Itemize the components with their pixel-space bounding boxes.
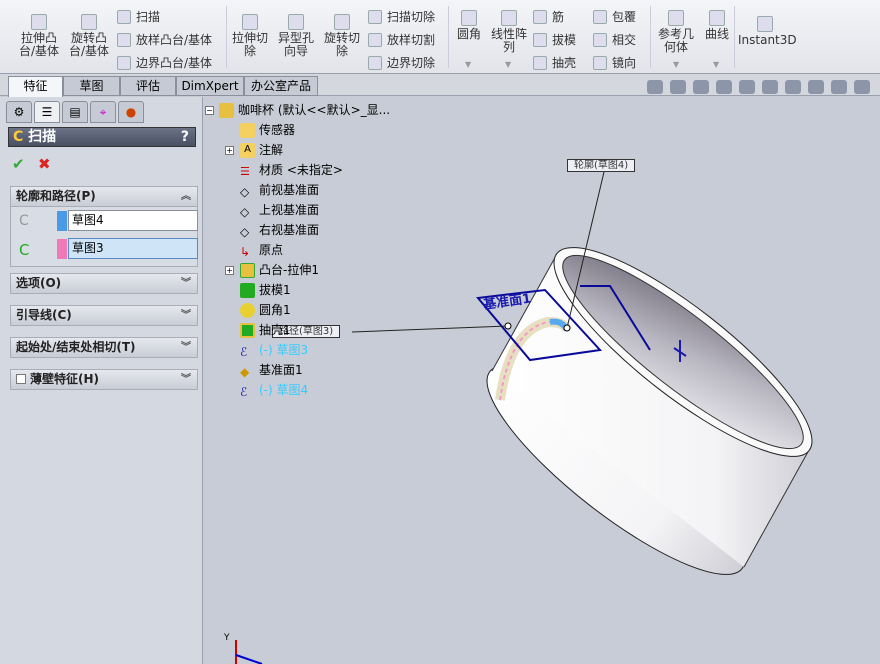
extrude-feature-icon <box>240 263 255 278</box>
annotation-folder-icon: A <box>240 143 255 158</box>
path-callout-leader <box>352 326 508 332</box>
tree-item-front-plane[interactable]: ◇前视基准面 <box>240 181 319 199</box>
graphics-viewport[interactable]: 基准面1 Y <box>0 0 880 664</box>
tree-item-boss-extrude1[interactable]: 凸台-拉伸1 <box>240 261 319 279</box>
tree-item-sensors[interactable]: 传感器 <box>240 121 295 139</box>
plane-label: 基准面1 <box>481 290 532 313</box>
tree-item-right-plane[interactable]: ◇右视基准面 <box>240 221 319 239</box>
cup-model[interactable] <box>463 219 836 603</box>
plane-icon: ◆ <box>240 363 255 378</box>
sketch-icon: ℰ <box>240 343 255 358</box>
tree-item-top-plane[interactable]: ◇上视基准面 <box>240 201 319 219</box>
material-icon: ☰ <box>240 163 255 178</box>
draft-feature-icon <box>240 283 255 298</box>
tree-item-fillet1[interactable]: 圆角1 <box>240 301 291 319</box>
tree-item-origin[interactable]: ↳原点 <box>240 241 283 259</box>
expand-toggle[interactable]: + <box>225 266 234 275</box>
plane-icon: ◇ <box>240 203 255 218</box>
tree-item-annotations[interactable]: A注解 <box>240 141 283 159</box>
triad-axes-icon: Y <box>223 633 262 664</box>
plane-icon: ◇ <box>240 223 255 238</box>
shell-feature-icon <box>240 323 255 338</box>
fillet-feature-icon <box>240 303 255 318</box>
svg-text:Y: Y <box>223 633 230 643</box>
tree-item-plane1[interactable]: ◆基准面1 <box>240 361 303 379</box>
tree-root-part[interactable]: 咖啡杯 (默认<<默认>_显... <box>219 101 390 119</box>
profile-callout[interactable]: 轮廓(草图4) <box>567 159 635 172</box>
tree-item-draft1[interactable]: 拔模1 <box>240 281 291 299</box>
part-icon <box>219 103 234 118</box>
tree-item-sketch4[interactable]: ℰ(-) 草图4 <box>240 381 308 399</box>
tree-item-material[interactable]: ☰材质 <未指定> <box>240 161 343 179</box>
tree-item-shell1[interactable]: 抽壳1 <box>240 321 291 339</box>
tree-item-sketch3[interactable]: ℰ(-) 草图3 <box>240 341 308 359</box>
expand-toggle[interactable]: + <box>225 146 234 155</box>
origin-icon: ↳ <box>240 243 255 258</box>
sketch-icon: ℰ <box>240 383 255 398</box>
plane-icon: ◇ <box>240 183 255 198</box>
sensor-folder-icon <box>240 123 255 138</box>
collapse-toggle[interactable]: − <box>205 106 214 115</box>
